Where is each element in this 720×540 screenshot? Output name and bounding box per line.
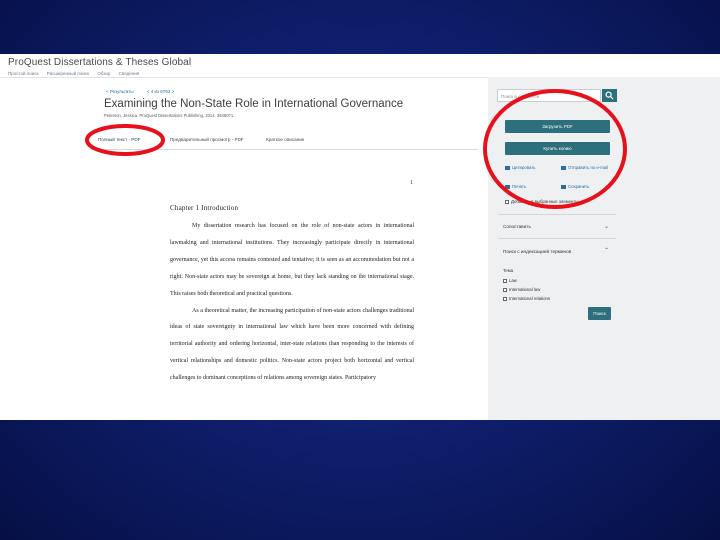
index-terms-panel-header[interactable]: Поиск с индексацией терминов — [503, 249, 571, 254]
top-nav: Простой поиск Расширенный поиск Обзор Св… — [8, 71, 146, 76]
buy-copy-button[interactable]: Купить копию — [505, 142, 610, 155]
document-title: Examining the Non-State Role in Internat… — [104, 98, 404, 110]
search-icon — [605, 91, 614, 100]
subject-checkbox-international-relations[interactable]: International relations — [503, 296, 550, 301]
nav-browse[interactable]: Обзор — [97, 71, 110, 76]
document-meta: Peterson, Jessica. ProQuest Dissertation… — [104, 113, 234, 118]
brand-title: ProQuest Dissertations & Theses Global — [8, 57, 192, 68]
subject-label: Тема — [503, 268, 514, 273]
nav-about[interactable]: Сведения — [119, 71, 140, 76]
tab-abstract[interactable]: Краткое описание — [266, 137, 304, 142]
index-search-button[interactable]: Поиск — [588, 307, 611, 320]
tab-full-text-pdf[interactable]: Полный текст - PDF — [98, 137, 140, 142]
tab-bar: Полный текст - PDF Предварительный просм… — [90, 134, 478, 150]
compare-panel-header[interactable]: Сопоставить — [503, 224, 531, 229]
page-number: 1 — [410, 180, 413, 186]
checkbox-icon — [505, 199, 509, 204]
nav-advanced-search[interactable]: Расширенный поиск — [47, 71, 89, 76]
nav-basic-search[interactable]: Простой поиск — [8, 71, 38, 76]
chevron-down-icon[interactable]: ⌄ — [604, 223, 609, 230]
save-icon — [561, 184, 566, 189]
subject-checkbox-international-law[interactable]: International law — [503, 287, 540, 292]
checkbox-icon — [503, 287, 507, 292]
mail-icon — [561, 165, 566, 170]
search-button[interactable] — [602, 89, 617, 102]
print-action[interactable]: Печать — [505, 184, 526, 189]
checkbox-icon — [503, 278, 507, 283]
meta-text: Peterson, Jessica. ProQuest Dissertation… — [104, 113, 235, 118]
paragraph: My dissertation research has focused on … — [170, 223, 414, 297]
cite-action[interactable]: Цитировать — [505, 165, 535, 170]
paragraph: As a theoretical matter, the increasing … — [170, 307, 414, 382]
printer-icon — [505, 184, 510, 189]
divider — [498, 214, 616, 215]
pdf-page: Chapter 1 Introduction My dissertation r… — [170, 204, 414, 387]
chapter-heading: Chapter 1 Introduction — [170, 204, 239, 212]
screenshot-area: ProQuest Dissertations & Theses Global П… — [0, 54, 720, 420]
breadcrumb: < Результаты < 4 из 6793 > — [106, 89, 186, 94]
chevron-up-icon[interactable]: ⌃ — [604, 247, 609, 254]
search-input[interactable]: Поиск в документе — [497, 89, 601, 102]
email-action[interactable]: Отправить по e-mail — [561, 165, 611, 171]
download-pdf-button[interactable]: Загрузить PDF — [505, 120, 610, 133]
quote-icon — [505, 165, 510, 170]
divider — [498, 238, 616, 239]
result-pager[interactable]: < 4 из 6793 > — [147, 89, 174, 94]
checkbox-icon — [503, 296, 507, 301]
add-selected-checkbox[interactable]: Добавить в выбранные элементы — [505, 199, 578, 204]
subject-checkbox-law[interactable]: Law — [503, 278, 517, 283]
back-to-results-link[interactable]: < Результаты — [106, 89, 134, 94]
save-action[interactable]: Сохранить — [561, 184, 589, 189]
tab-preview-pdf[interactable]: Предварительный просмотр - PDF — [170, 137, 244, 142]
